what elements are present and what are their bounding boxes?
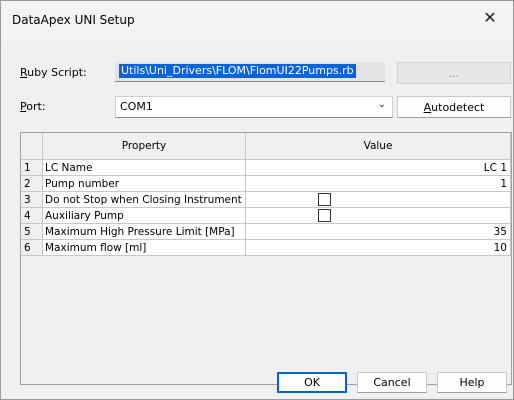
property-cell: Do not Stop when Closing Instrument xyxy=(42,191,246,208)
value-cell[interactable] xyxy=(245,207,511,224)
ruby-script-label: Ruby Script: xyxy=(20,66,87,79)
value-cell[interactable]: 10 xyxy=(245,239,511,256)
port-label: Port: xyxy=(20,100,46,113)
property-cell: Maximum flow [ml] xyxy=(42,239,246,256)
value-cell[interactable] xyxy=(245,191,511,208)
ruby-script-value: Utils\Uni_Drivers\FLOM\FlomUI22Pumps.rb xyxy=(119,64,356,78)
title-bar: DataApex UNI Setup ✕ xyxy=(1,1,513,41)
row-index: 6 xyxy=(21,239,43,256)
property-cell: Auxiliary Pump xyxy=(42,207,246,224)
value-checkbox[interactable] xyxy=(317,193,331,206)
ruby-script-field[interactable]: Utils\Uni_Drivers\FLOM\FlomUI22Pumps.rb xyxy=(115,62,385,82)
window-title: DataApex UNI Setup xyxy=(12,13,135,27)
table-row[interactable]: 4 Auxiliary Pump xyxy=(21,207,511,224)
table-row[interactable]: 6 Maximum flow [ml] 10 xyxy=(21,239,511,256)
row-index: 2 xyxy=(21,175,43,192)
cancel-button[interactable]: Cancel xyxy=(357,372,427,393)
value-checkbox[interactable] xyxy=(317,209,331,222)
table-row[interactable]: 1 LC Name LC 1 xyxy=(21,159,511,176)
autodetect-button[interactable]: Autodetect xyxy=(397,96,511,118)
value-cell[interactable]: 35 xyxy=(245,223,511,240)
value-cell[interactable]: 1 xyxy=(245,175,511,192)
table-row[interactable]: 3 Do not Stop when Closing Instrument xyxy=(21,191,511,208)
property-cell: Maximum High Pressure Limit [MPa] xyxy=(42,223,246,240)
property-cell: Pump number xyxy=(42,175,246,192)
row-index: 1 xyxy=(21,159,43,176)
close-button[interactable]: ✕ xyxy=(467,1,513,33)
browse-button[interactable]: ... xyxy=(397,62,511,84)
property-cell: LC Name xyxy=(42,159,246,176)
value-column-header[interactable]: Value xyxy=(245,133,511,160)
setup-dialog: DataApex UNI Setup ✕ Ruby Script: Utils\… xyxy=(0,0,514,400)
corner-header xyxy=(21,133,43,160)
row-index: 5 xyxy=(21,223,43,240)
close-icon: ✕ xyxy=(483,7,497,27)
help-button[interactable]: Help xyxy=(437,372,507,393)
row-index: 4 xyxy=(21,207,43,224)
property-column-header[interactable]: Property xyxy=(42,133,246,160)
table-row[interactable]: 5 Maximum High Pressure Limit [MPa] 35 xyxy=(21,223,511,240)
row-index: 3 xyxy=(21,191,43,208)
chevron-down-icon: ⌄ xyxy=(377,99,386,110)
port-value: COM1 xyxy=(120,100,153,113)
properties-grid: Property Value 1 LC Name LC 1 2 Pump number 1… xyxy=(20,132,512,385)
value-cell[interactable]: LC 1 xyxy=(245,159,511,176)
ok-button[interactable]: OK xyxy=(277,372,347,393)
table-row[interactable]: 2 Pump number 1 xyxy=(21,175,511,192)
port-select[interactable]: COM1 ⌄ xyxy=(115,96,393,118)
